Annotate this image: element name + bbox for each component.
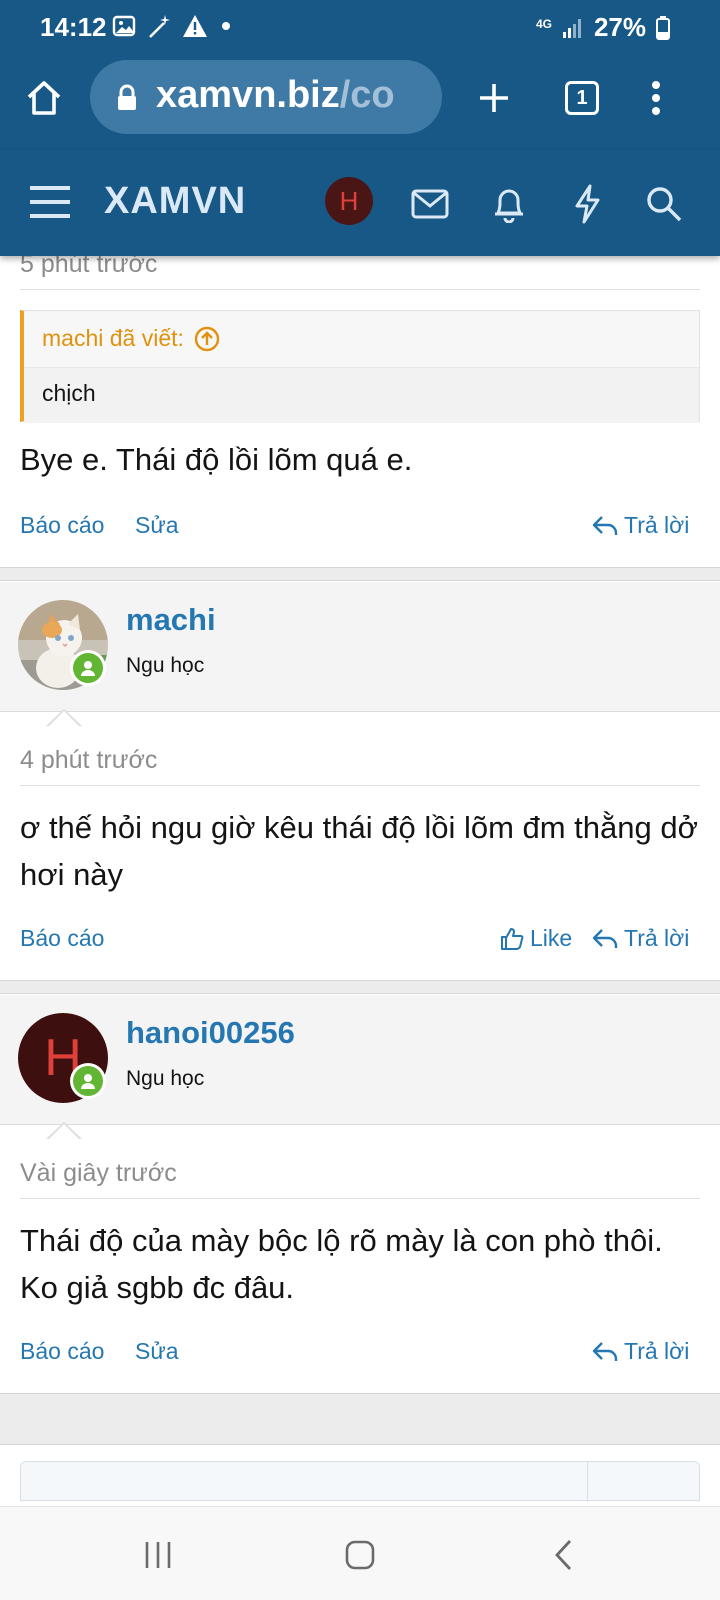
browser-chrome: 14:12 4G 27% xamvn.biz/co 1 <box>0 0 720 150</box>
post-message: Thái độ của mày bộc lộ rõ mày là con phò… <box>20 1223 663 1305</box>
quote-body: chịch <box>24 367 699 423</box>
search-button[interactable] <box>640 180 688 228</box>
thread-footer-spacer <box>0 1393 720 1445</box>
more-vertical-icon <box>652 81 660 115</box>
user-info-bar: H hanoi00256 Ngu học <box>0 995 720 1140</box>
home-nav-icon <box>345 1540 375 1570</box>
quote-block: machi đã viết: chịch <box>20 310 700 423</box>
notification-dot-icon <box>222 22 230 30</box>
status-icons <box>112 13 234 39</box>
user-info-bar: machi Ngu học <box>0 582 720 727</box>
reply-label: Trả lời <box>624 512 690 538</box>
home-button[interactable] <box>18 72 70 124</box>
reply-label: Trả lời <box>624 925 690 951</box>
hamburger-icon <box>30 186 70 218</box>
quote-text: chịch <box>42 380 96 406</box>
user-icon <box>81 1074 95 1089</box>
pointer <box>48 711 80 727</box>
signal-icon <box>562 18 581 38</box>
reply-icon <box>592 515 618 535</box>
magic-wand-icon <box>149 15 170 38</box>
plus-icon <box>480 84 508 112</box>
home-nav-button[interactable] <box>336 1531 384 1579</box>
username[interactable]: hanoi00256 <box>126 1015 295 1051</box>
bell-icon <box>495 189 523 223</box>
report-button[interactable]: Báo cáo <box>20 512 104 539</box>
reply-icon <box>592 1341 618 1361</box>
status-right: 4G 27% <box>536 12 670 43</box>
url-domain: xamvn.biz <box>156 74 340 116</box>
status-bar: 14:12 4G 27% <box>0 0 720 54</box>
post-separator <box>0 567 720 581</box>
edit-button[interactable]: Sửa <box>135 1338 179 1365</box>
system-navigation-bar <box>0 1506 720 1600</box>
user-title: Ngu học <box>126 654 205 677</box>
online-status-badge <box>70 650 106 686</box>
thumbs-up-icon <box>501 927 524 950</box>
reply-button[interactable]: Trả lời <box>592 925 689 952</box>
post-time[interactable]: 4 phút trước <box>20 746 157 775</box>
account-avatar[interactable]: H <box>325 177 373 225</box>
url-path: /co <box>339 74 395 116</box>
tab-count: 1 <box>576 86 588 109</box>
user-title: Ngu học <box>126 1067 205 1090</box>
like-label: Like <box>530 925 573 951</box>
quote-author: machi đã viết: <box>42 325 184 351</box>
online-status-badge <box>70 1063 106 1099</box>
battery-icon <box>656 15 670 40</box>
reply-editor-card[interactable] <box>20 1461 700 1502</box>
new-tab-button[interactable] <box>468 72 520 124</box>
tabs-button[interactable]: 1 <box>556 72 608 124</box>
like-button[interactable]: Like <box>500 925 572 952</box>
search-icon <box>647 187 682 222</box>
menu-button[interactable] <box>630 72 682 124</box>
report-button[interactable]: Báo cáo <box>20 1338 104 1365</box>
arrow-up-circle-icon <box>194 326 220 351</box>
tab-count-box: 1 <box>565 81 599 115</box>
divider <box>20 1198 700 1199</box>
back-button[interactable] <box>540 1531 588 1579</box>
online-dot <box>73 653 103 683</box>
url-text: xamvn.biz/co <box>156 74 395 117</box>
user-icon <box>81 661 95 676</box>
divider <box>20 785 700 786</box>
battery-percent: 27% <box>593 12 646 42</box>
whats-new-button[interactable] <box>563 180 611 228</box>
reply-label: Trả lời <box>624 1338 690 1364</box>
reply-icon <box>592 928 618 948</box>
report-button[interactable]: Báo cáo <box>20 925 104 952</box>
inbox-button[interactable] <box>406 180 454 228</box>
post-time[interactable]: Vài giây trước <box>20 1159 177 1188</box>
post-message: ơ thế hỏi ngu giờ kêu thái độ lồi lõm đm… <box>20 810 698 892</box>
reply-button[interactable]: Trả lời <box>592 1338 689 1365</box>
envelope-icon <box>411 189 449 219</box>
post-time[interactable]: 5 phút trước <box>20 256 157 279</box>
divider <box>20 289 700 290</box>
post-message: Bye e. Thái độ lồi lõm quá e. <box>20 442 413 477</box>
username[interactable]: machi <box>126 602 216 638</box>
gallery-icon <box>112 15 136 37</box>
network-4g-label: 4G <box>535 16 552 31</box>
edit-button[interactable]: Sửa <box>135 512 179 539</box>
site-logo[interactable]: XAMVN <box>104 180 246 223</box>
recent-apps-icon <box>145 1542 171 1568</box>
lock-icon <box>118 84 136 110</box>
thread-content: 5 phút trước machi đã viết: chịch Bye e.… <box>0 256 720 1506</box>
alerts-button[interactable] <box>485 180 533 228</box>
editor-divider <box>587 1462 588 1502</box>
pointer <box>48 1124 80 1140</box>
hamburger-menu-button[interactable] <box>28 182 72 227</box>
home-icon <box>27 81 61 115</box>
post-separator <box>0 980 720 994</box>
bolt-icon <box>575 184 600 224</box>
status-time: 14:12 <box>40 12 107 42</box>
site-header: XAMVN H <box>0 150 720 256</box>
quote-header[interactable]: machi đã viết: <box>42 325 220 352</box>
reply-button[interactable]: Trả lời <box>592 512 689 539</box>
recent-apps-button[interactable] <box>134 1531 182 1579</box>
online-dot <box>73 1066 103 1096</box>
url-bar[interactable]: xamvn.biz/co <box>90 60 442 134</box>
back-icon <box>555 1540 572 1570</box>
warning-icon <box>183 15 207 37</box>
